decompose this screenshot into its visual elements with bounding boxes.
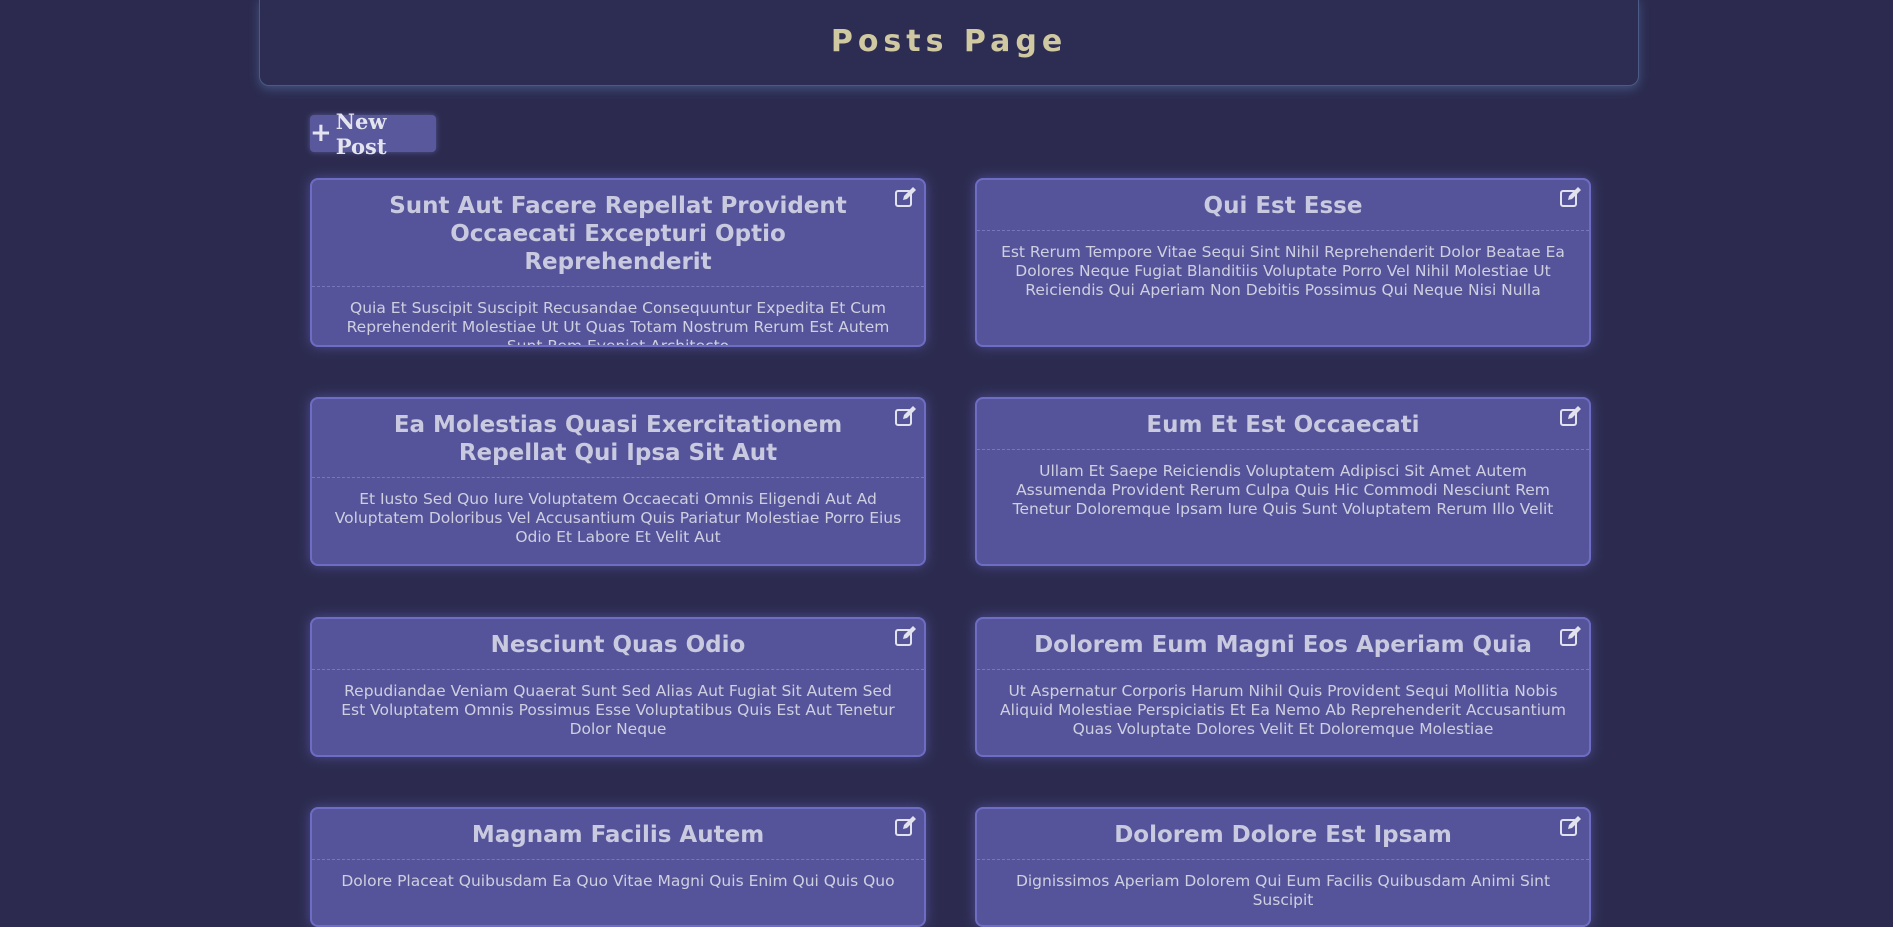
edit-icon[interactable] <box>1559 186 1583 208</box>
post-card: Ea Molestias Quasi Exercitationem Repell… <box>310 397 926 566</box>
post-body: Dignissimos Aperiam Dolorem Qui Eum Faci… <box>1015 872 1551 909</box>
post-title: Magnam Facilis Autem <box>312 809 924 860</box>
post-body: Repudiandae Veniam Quaerat Sunt Sed Alia… <box>341 682 895 738</box>
post-body: Ut Aspernatur Corporis Harum Nihil Quis … <box>1000 682 1566 738</box>
post-title: Eum Et Est Occaecati <box>977 399 1589 450</box>
post-title: Nesciunt Quas Odio <box>312 619 924 670</box>
post-body: Dolore Placeat Quibusdam Ea Quo Vitae Ma… <box>341 872 895 890</box>
post-title: Dolorem Eum Magni Eos Aperiam Quia <box>977 619 1589 670</box>
post-card: Qui Est Esse Est Rerum Tempore Vitae Seq… <box>975 178 1591 347</box>
edit-icon[interactable] <box>894 405 918 427</box>
edit-icon[interactable] <box>1559 815 1583 837</box>
page-header: Posts Page <box>259 0 1639 86</box>
post-body: Ullam Et Saepe Reiciendis Voluptatem Adi… <box>1012 462 1554 518</box>
edit-icon[interactable] <box>1559 405 1583 427</box>
post-title: Dolorem Dolore Est Ipsam <box>977 809 1589 860</box>
post-card: Eum Et Est Occaecati Ullam Et Saepe Reic… <box>975 397 1591 566</box>
page-title: Posts Page <box>830 24 1068 59</box>
post-card: Magnam Facilis Autem Dolore Placeat Quib… <box>310 807 926 927</box>
edit-icon[interactable] <box>894 815 918 837</box>
post-card: Sunt Aut Facere Repellat Provident Occae… <box>310 178 926 347</box>
post-card: Dolorem Dolore Est Ipsam Dignissimos Ape… <box>975 807 1591 927</box>
edit-icon[interactable] <box>1559 625 1583 647</box>
post-title: Qui Est Esse <box>977 180 1589 231</box>
post-body: Et Iusto Sed Quo Iure Voluptatem Occaeca… <box>334 490 902 546</box>
post-card: Nesciunt Quas Odio Repudiandae Veniam Qu… <box>310 617 926 757</box>
plus-icon: + <box>310 117 332 148</box>
edit-icon[interactable] <box>894 186 918 208</box>
post-title: Sunt Aut Facere Repellat Provident Occae… <box>312 180 924 287</box>
edit-icon[interactable] <box>894 625 918 647</box>
new-post-button[interactable]: + New Post <box>310 109 436 159</box>
post-card: Dolorem Eum Magni Eos Aperiam Quia Ut As… <box>975 617 1591 757</box>
post-body: Quia Et Suscipit Suscipit Recusandae Con… <box>346 299 890 347</box>
post-body: Est Rerum Tempore Vitae Sequi Sint Nihil… <box>1001 243 1565 299</box>
new-post-label: New Post <box>335 108 387 159</box>
post-title: Ea Molestias Quasi Exercitationem Repell… <box>312 399 924 478</box>
